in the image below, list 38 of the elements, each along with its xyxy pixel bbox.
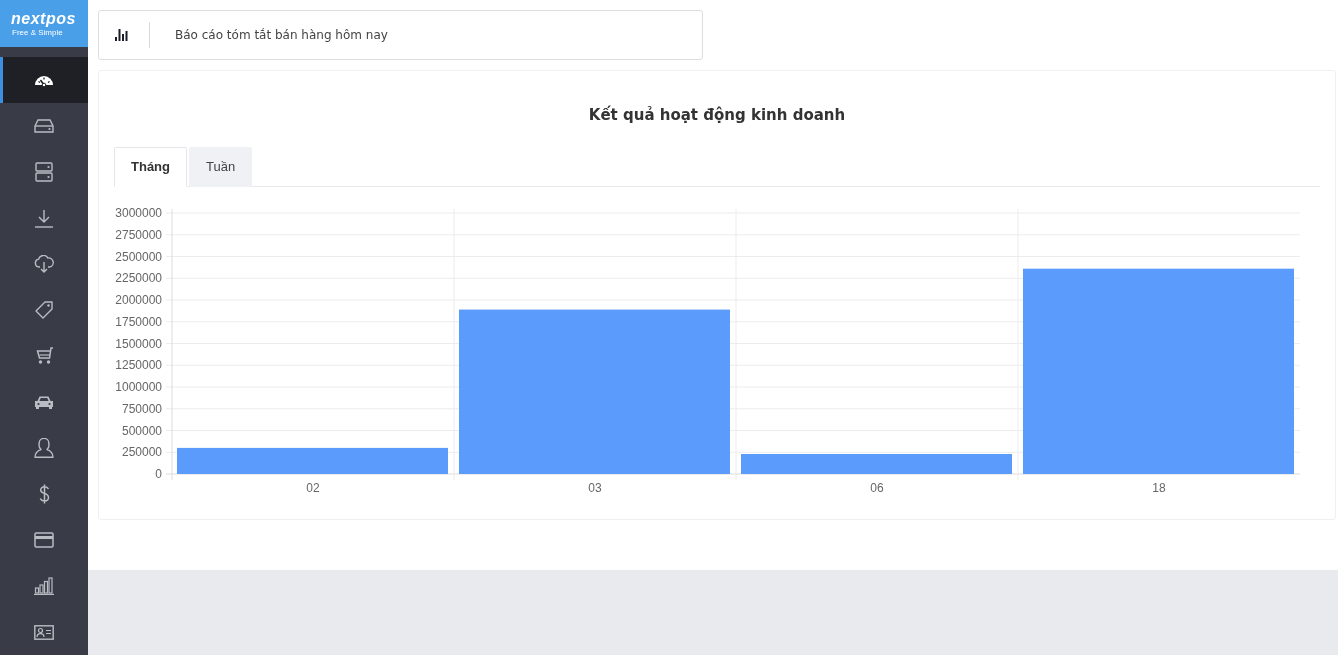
tab[interactable]: Tháng	[114, 146, 187, 187]
download-icon	[34, 208, 54, 228]
y-axis-label: 1750000	[115, 314, 162, 329]
car-icon	[35, 395, 53, 409]
card-title: Kết quả hoạt động kinh doanh	[588, 105, 846, 126]
x-axis-label: 03	[588, 480, 602, 495]
cloud-download-icon	[34, 255, 54, 273]
x-axis-label: 02	[306, 480, 320, 495]
y-axis-label: 1250000	[115, 357, 162, 372]
y-axis-label: 0	[155, 466, 162, 481]
credit-card-icon	[34, 532, 54, 548]
server-icon	[35, 162, 53, 182]
y-axis-label: 500000	[121, 423, 162, 437]
y-axis-label: 2750000	[115, 227, 162, 242]
y-axis-label: 1500000	[115, 336, 162, 350]
y-axis-label: 750000	[121, 401, 162, 416]
y-axis-label: 2000000	[115, 292, 162, 307]
bar-chart-icon	[34, 577, 54, 595]
gauge-icon	[34, 73, 54, 87]
hard-drive-icon	[34, 119, 54, 133]
y-axis-label: 250000	[121, 444, 162, 459]
tab[interactable]: Tuần	[189, 146, 253, 187]
cart-icon	[34, 347, 54, 365]
y-axis-label: 2250000	[115, 270, 162, 285]
id-card-icon	[34, 624, 54, 640]
logo-tagline: Free & Simple	[12, 28, 63, 37]
x-axis-label: 18	[1152, 480, 1166, 495]
x-axis-label: 06	[870, 480, 884, 495]
y-axis-label: 1000000	[115, 379, 162, 394]
sidebar-item[interactable]	[0, 57, 88, 103]
bar-chart-icon	[115, 29, 128, 41]
logo-text: nextpos	[11, 10, 76, 28]
dollar-icon	[38, 484, 50, 504]
user-icon	[34, 438, 54, 458]
y-axis-label: 2500000	[115, 249, 162, 263]
tag-icon	[35, 301, 53, 319]
report-title: Báo cáo tóm tắt bán hàng hôm nay	[175, 27, 388, 44]
y-axis-label: 3000000	[115, 205, 162, 220]
